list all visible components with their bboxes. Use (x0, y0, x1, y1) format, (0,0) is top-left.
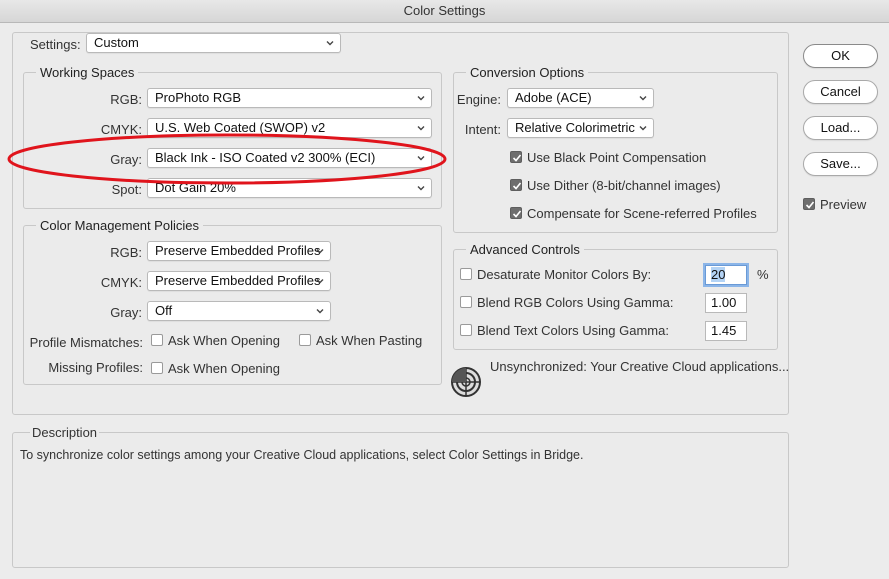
desaturate-unit: % (757, 267, 769, 282)
black-point-checkbox[interactable] (510, 151, 522, 163)
blend-rgb-value: 1.00 (711, 295, 737, 310)
engine-dropdown[interactable]: Adobe (ACE) (507, 88, 654, 108)
checkmark-icon (512, 154, 522, 162)
chevron-down-icon (316, 309, 324, 314)
chevron-down-icon (417, 156, 425, 161)
ws-gray-dropdown[interactable]: Black Ink - ISO Coated v2 300% (ECI) (147, 148, 432, 168)
pol-rgb-dropdown[interactable]: Preserve Embedded Profiles (147, 241, 331, 261)
blend-text-input[interactable]: 1.45 (705, 321, 747, 341)
pol-cmyk-label: CMYK: (100, 275, 142, 290)
checkmark-icon (512, 182, 522, 190)
chevron-down-icon (316, 279, 324, 284)
cancel-button[interactable]: Cancel (803, 80, 878, 104)
settings-label: Settings: (30, 37, 81, 52)
missing-ask-opening-label: Ask When Opening (168, 361, 281, 376)
missing-ask-opening-checkbox[interactable] (151, 362, 163, 374)
ws-spot-value: Dot Gain 20% (155, 180, 236, 195)
intent-dropdown[interactable]: Relative Colorimetric (507, 118, 654, 138)
checkmark-icon (805, 201, 815, 209)
ws-spot-label: Spot: (111, 182, 142, 197)
ws-rgb-dropdown[interactable]: ProPhoto RGB (147, 88, 432, 108)
black-point-label: Use Black Point Compensation (527, 150, 707, 165)
dither-checkbox[interactable] (510, 179, 522, 191)
blend-rgb-label: Blend RGB Colors Using Gamma: (477, 295, 674, 310)
ws-gray-value: Black Ink - ISO Coated v2 300% (ECI) (155, 150, 376, 165)
conversion-legend: Conversion Options (466, 65, 589, 80)
chevron-down-icon (417, 96, 425, 101)
chevron-down-icon (417, 126, 425, 131)
pol-gray-value: Off (155, 303, 173, 318)
ws-gray-label: Gray: (110, 152, 142, 167)
chevron-down-icon (639, 96, 647, 101)
ws-cmyk-value: U.S. Web Coated (SWOP) v2 (155, 120, 326, 135)
scene-referred-label: Compensate for Scene-referred Profiles (527, 206, 757, 221)
pol-cmyk-value: Preserve Embedded Profiles (155, 273, 321, 288)
save-button[interactable]: Save... (803, 152, 878, 176)
ws-cmyk-dropdown[interactable]: U.S. Web Coated (SWOP) v2 (147, 118, 432, 138)
preview-label: Preview (820, 197, 867, 212)
mismatch-ask-opening-label: Ask When Opening (168, 333, 281, 348)
dither-label: Use Dither (8-bit/channel images) (527, 178, 721, 193)
pol-gray-label: Gray: (110, 305, 142, 320)
preview-checkbox[interactable] (803, 198, 815, 210)
mismatch-ask-opening-checkbox[interactable] (151, 334, 163, 346)
blend-text-label: Blend Text Colors Using Gamma: (477, 323, 669, 338)
ws-spot-dropdown[interactable]: Dot Gain 20% (147, 178, 432, 198)
ok-button[interactable]: OK (803, 44, 878, 68)
mismatch-ask-pasting-label: Ask When Pasting (316, 333, 423, 348)
description-text: To synchronize color settings among your… (20, 448, 584, 462)
desaturate-label: Desaturate Monitor Colors By: (477, 267, 652, 282)
pol-rgb-value: Preserve Embedded Profiles (155, 243, 321, 258)
blend-rgb-input[interactable]: 1.00 (705, 293, 747, 313)
chevron-down-icon (316, 249, 324, 254)
advanced-legend: Advanced Controls (466, 242, 584, 257)
blend-rgb-checkbox[interactable] (460, 296, 472, 308)
policies-legend: Color Management Policies (36, 218, 203, 233)
engine-value: Adobe (ACE) (515, 90, 592, 105)
engine-label: Engine: (456, 92, 501, 107)
chevron-down-icon (417, 186, 425, 191)
window-title: Color Settings (0, 0, 889, 23)
scene-referred-checkbox[interactable] (510, 207, 522, 219)
profile-mismatches-label: Profile Mismatches: (29, 335, 143, 350)
pol-rgb-label: RGB: (110, 245, 142, 260)
settings-dropdown[interactable]: Custom (86, 33, 341, 53)
pol-gray-dropdown[interactable]: Off (147, 301, 331, 321)
description-legend: Description (30, 425, 100, 440)
blend-text-value: 1.45 (711, 323, 737, 338)
desaturate-value: 20 (711, 267, 726, 282)
load-button[interactable]: Load... (803, 116, 878, 140)
intent-label: Intent: (464, 122, 501, 137)
pol-cmyk-dropdown[interactable]: Preserve Embedded Profiles (147, 271, 331, 291)
sync-status-icon (451, 367, 481, 397)
settings-value: Custom (94, 35, 139, 50)
chevron-down-icon (326, 41, 334, 46)
ws-rgb-label: RGB: (110, 92, 142, 107)
ws-cmyk-label: CMYK: (100, 122, 142, 137)
intent-value: Relative Colorimetric (515, 120, 635, 135)
checkmark-icon (512, 210, 522, 218)
working-spaces-legend: Working Spaces (36, 65, 139, 80)
chevron-down-icon (639, 126, 647, 131)
desaturate-checkbox[interactable] (460, 268, 472, 280)
sync-status-text: Unsynchronized: Your Creative Cloud appl… (490, 359, 790, 374)
mismatch-ask-pasting-checkbox[interactable] (299, 334, 311, 346)
ws-rgb-value: ProPhoto RGB (155, 90, 241, 105)
blend-text-checkbox[interactable] (460, 324, 472, 336)
desaturate-input[interactable]: 20 (705, 265, 747, 285)
missing-profiles-label: Missing Profiles: (48, 360, 143, 375)
